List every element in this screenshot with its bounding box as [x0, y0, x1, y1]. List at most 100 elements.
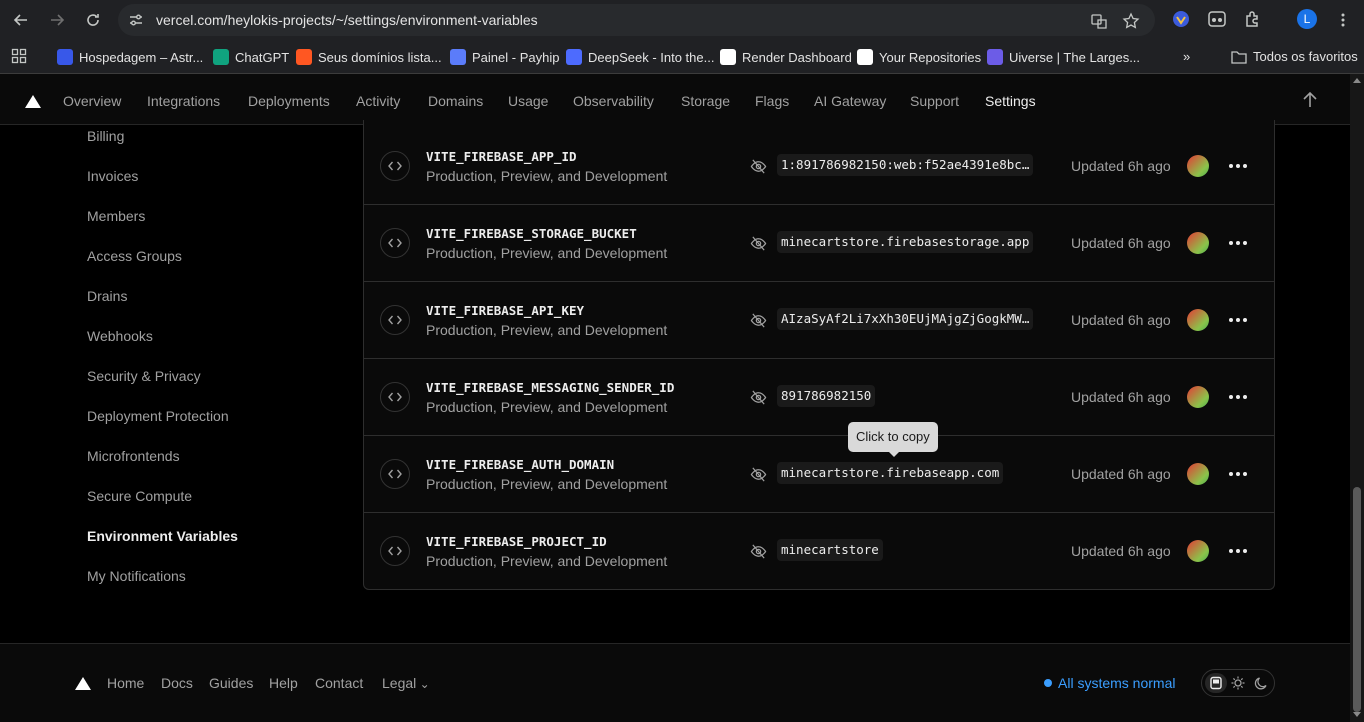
user-avatar[interactable] — [1187, 540, 1209, 562]
more-options-icon[interactable] — [1226, 462, 1250, 486]
nav-tab-domains[interactable]: Domains — [428, 93, 483, 109]
url-text[interactable]: vercel.com/heylokis-projects/~/settings/… — [156, 12, 538, 28]
address-bar[interactable]: vercel.com/heylokis-projects/~/settings/… — [118, 4, 1155, 36]
bookmark-item[interactable]: Painel - Payhip — [450, 49, 559, 65]
user-avatar[interactable] — [1187, 386, 1209, 408]
nav-tab-flags[interactable]: Flags — [755, 93, 789, 109]
bookmark-item[interactable]: Render Dashboard — [720, 49, 852, 65]
env-var-value[interactable]: minecartstore — [777, 539, 883, 561]
footer-vercel-logo-icon[interactable] — [75, 677, 91, 690]
hide-value-eye-icon[interactable] — [750, 543, 767, 560]
sidebar-item-microfrontends[interactable]: Microfrontends — [87, 448, 180, 464]
forward-icon[interactable] — [45, 8, 69, 32]
sidebar-item-environment-variables[interactable]: Environment Variables — [87, 528, 238, 544]
sidebar-item-my-notifications[interactable]: My Notifications — [87, 568, 186, 584]
env-var-row[interactable]: VITE_FIREBASE_MESSAGING_SENDER_ID Product… — [364, 359, 1274, 436]
sidebar-item-secure-compute[interactable]: Secure Compute — [87, 488, 192, 504]
site-settings-icon[interactable] — [128, 12, 144, 28]
nav-tab-overview[interactable]: Overview — [63, 93, 121, 109]
user-avatar[interactable] — [1187, 309, 1209, 331]
scroll-up-arrow-icon[interactable] — [1353, 78, 1361, 83]
env-var-value[interactable]: minecartstore.firebaseapp.com — [777, 462, 1004, 484]
nav-tab-deployments[interactable]: Deployments — [248, 93, 330, 109]
env-var-row[interactable]: VITE_FIREBASE_API_KEY Production, Preview… — [364, 282, 1274, 359]
sidebar-item-access-groups[interactable]: Access Groups — [87, 248, 182, 264]
scroll-top-icon[interactable] — [1300, 90, 1320, 110]
more-options-icon[interactable] — [1226, 154, 1250, 178]
bookmark-item[interactable]: Uiverse | The Larges... — [987, 49, 1140, 65]
more-options-icon[interactable] — [1226, 231, 1250, 255]
env-var-name: VITE_FIREBASE_MESSAGING_SENDER_ID — [426, 380, 675, 395]
scroll-down-arrow-icon[interactable] — [1353, 712, 1361, 717]
extension-glasses-icon[interactable] — [1207, 9, 1227, 29]
footer-link-guides[interactable]: Guides — [209, 675, 253, 691]
nav-tab-storage[interactable]: Storage — [681, 93, 730, 109]
more-options-icon[interactable] — [1226, 385, 1250, 409]
bookmark-label: ChatGPT — [235, 49, 290, 65]
bookmark-item[interactable]: Hospedagem – Astr... — [57, 49, 203, 65]
back-icon[interactable] — [9, 8, 33, 32]
hide-value-eye-icon[interactable] — [750, 389, 767, 406]
extension-shield-icon[interactable] — [1171, 9, 1191, 29]
nav-tab-usage[interactable]: Usage — [508, 93, 548, 109]
sidebar-item-members[interactable]: Members — [87, 208, 145, 224]
code-icon — [380, 151, 410, 181]
sidebar-item-deployment-protection[interactable]: Deployment Protection — [87, 408, 229, 424]
light-theme-icon[interactable] — [1227, 673, 1249, 693]
system-theme-icon[interactable] — [1205, 673, 1227, 693]
footer-link-legal[interactable]: Legal ⌄ — [382, 675, 430, 691]
nav-tab-activity[interactable]: Activity — [356, 93, 400, 109]
footer-link-contact[interactable]: Contact — [315, 675, 363, 691]
footer-link-home[interactable]: Home — [107, 675, 144, 691]
hide-value-eye-icon[interactable] — [750, 312, 767, 329]
user-avatar[interactable] — [1187, 232, 1209, 254]
bookmark-item[interactable]: Your Repositories — [857, 49, 981, 65]
extensions-puzzle-icon[interactable] — [1243, 9, 1263, 29]
page-scrollbar[interactable] — [1350, 74, 1364, 722]
apps-grid-icon[interactable] — [11, 48, 27, 64]
hide-value-eye-icon[interactable] — [750, 158, 767, 175]
sidebar-item-invoices[interactable]: Invoices — [87, 168, 138, 184]
dark-theme-icon[interactable] — [1250, 673, 1272, 693]
sidebar-item-security-privacy[interactable]: Security & Privacy — [87, 368, 201, 384]
sidebar-item-billing[interactable]: Billing — [87, 128, 124, 144]
env-var-value[interactable]: 891786982150 — [777, 385, 876, 407]
more-options-icon[interactable] — [1226, 539, 1250, 563]
sidebar-item-webhooks[interactable]: Webhooks — [87, 328, 153, 344]
profile-avatar[interactable]: L — [1297, 9, 1317, 29]
nav-tab-observability[interactable]: Observability — [573, 93, 654, 109]
env-var-row[interactable]: VITE_FIREBASE_APP_ID Production, Preview,… — [364, 128, 1274, 205]
vercel-logo-icon[interactable] — [25, 95, 41, 108]
code-icon — [380, 382, 410, 412]
scroll-thumb[interactable] — [1353, 487, 1361, 712]
sidebar-item-drains[interactable]: Drains — [87, 288, 127, 304]
nav-tab-integrations[interactable]: Integrations — [147, 93, 220, 109]
translate-icon[interactable] — [1090, 12, 1108, 30]
footer-link-help[interactable]: Help — [269, 675, 298, 691]
env-var-value[interactable]: minecartstore.firebasestorage.app — [777, 231, 1034, 253]
all-bookmarks-folder[interactable]: Todos os favoritos — [1231, 49, 1358, 64]
bookmark-item[interactable]: DeepSeek - Into the... — [566, 49, 714, 65]
env-var-targets: Production, Preview, and Development — [426, 168, 668, 184]
env-var-value[interactable]: 1:891786982150:web:f52ae4391e8bc… — [777, 154, 1034, 176]
nav-tab-settings[interactable]: Settings — [985, 93, 1036, 109]
browser-menu-icon[interactable] — [1331, 8, 1355, 32]
footer-link-docs[interactable]: Docs — [161, 675, 193, 691]
bookmark-item[interactable]: Seus domínios lista... — [296, 49, 442, 65]
nav-tab-ai-gateway[interactable]: AI Gateway — [814, 93, 886, 109]
more-options-icon[interactable] — [1226, 308, 1250, 332]
hide-value-eye-icon[interactable] — [750, 466, 767, 483]
env-var-row[interactable]: VITE_FIREBASE_STORAGE_BUCKET Production, … — [364, 205, 1274, 282]
env-var-row[interactable]: VITE_FIREBASE_PROJECT_ID Production, Prev… — [364, 513, 1274, 590]
user-avatar[interactable] — [1187, 155, 1209, 177]
user-avatar[interactable] — [1187, 463, 1209, 485]
status-link[interactable]: All systems normal — [1044, 675, 1175, 691]
reload-icon[interactable] — [81, 8, 105, 32]
bookmark-star-icon[interactable] — [1122, 12, 1140, 30]
nav-tab-support[interactable]: Support — [910, 93, 959, 109]
more-bookmarks-icon[interactable]: » — [1183, 49, 1190, 64]
env-var-value[interactable]: AIzaSyAf2Li7xXh30EUjMAjgZjGogkMW… — [777, 308, 1034, 330]
bookmark-item[interactable]: ChatGPT — [213, 49, 289, 65]
env-var-row[interactable]: VITE_FIREBASE_AUTH_DOMAIN Production, Pre… — [364, 436, 1274, 513]
hide-value-eye-icon[interactable] — [750, 235, 767, 252]
